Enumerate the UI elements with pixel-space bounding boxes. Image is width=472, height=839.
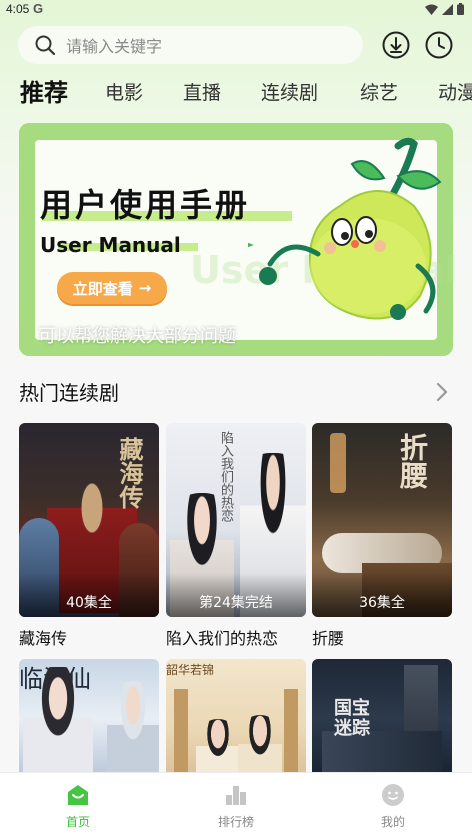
view-now-label: 立即查看: [72, 279, 133, 298]
nav-home[interactable]: 首页: [38, 783, 118, 830]
chevron-right-icon[interactable]: [433, 381, 451, 403]
google-icon: G: [33, 1, 44, 16]
drama-card[interactable]: 临江仙: [19, 659, 159, 779]
nav-ranking-label: 排行榜: [217, 815, 254, 829]
status-time: 4:05: [6, 2, 30, 16]
drama-title: 折腰: [312, 629, 345, 648]
tab-anime[interactable]: 动漫: [438, 72, 472, 114]
nav-ranking[interactable]: 排行榜: [196, 783, 276, 830]
drama-card[interactable]: 韶华若锦: [166, 659, 306, 779]
drama-card[interactable]: 藏海传 40集全 藏海传: [19, 423, 159, 649]
view-now-button[interactable]: 立即查看 →: [57, 272, 167, 304]
drama-card[interactable]: 陷入我们的热恋 第24集完结 陷入我们的热恋: [166, 423, 306, 649]
download-icon[interactable]: [381, 30, 411, 60]
tab-recommend[interactable]: 推荐: [20, 72, 68, 114]
drama-poster: 临江仙: [19, 659, 159, 779]
tab-live[interactable]: 直播: [183, 72, 221, 114]
drama-poster: 韶华若锦: [166, 659, 306, 779]
episode-count: 36集全: [359, 595, 405, 611]
drama-card[interactable]: 折腰 36集全 折腰: [312, 423, 452, 649]
profile-icon: [382, 784, 404, 806]
drama-poster: 国宝迷踪: [312, 659, 452, 779]
poster-title-text: 陷入我们的热恋: [218, 431, 233, 522]
nav-profile-label: 我的: [380, 815, 405, 829]
drama-title: 藏海传: [19, 629, 68, 648]
search-icon: [35, 35, 56, 56]
hot-series-title: 热门连续剧: [19, 381, 119, 405]
home-icon: [68, 785, 88, 805]
drama-card[interactable]: 国宝迷踪: [312, 659, 452, 779]
banner-subtitle: 可以帮您解决大部分问题: [38, 326, 236, 347]
tab-variety[interactable]: 综艺: [360, 72, 398, 114]
drama-title: 陷入我们的热恋: [166, 629, 279, 648]
nav-home-label: 首页: [65, 815, 90, 829]
lemon-mascot-icon: [248, 137, 442, 320]
poster-title-text: 折腰: [396, 433, 429, 489]
nav-profile[interactable]: 我的: [353, 783, 433, 830]
episode-count: 40集全: [66, 595, 112, 611]
bottom-navigation: 首页 排行榜 我的: [0, 772, 472, 839]
banner-title-en: User Manual: [40, 233, 181, 257]
poster-title-text: 国宝迷踪: [334, 698, 370, 739]
drama-poster: 折腰 36集全: [312, 423, 452, 617]
tab-movies[interactable]: 电影: [105, 72, 143, 114]
episode-count: 第24集完结: [199, 595, 273, 611]
history-icon[interactable]: [424, 30, 454, 60]
battery-icon: [457, 3, 464, 15]
category-tabs: 推荐 电影 直播 连续剧 综艺 动漫: [0, 72, 472, 114]
search-placeholder: 请输入关键字: [66, 37, 163, 56]
banner-title: 用户使用手册: [40, 186, 251, 224]
drama-poster: 藏海传 40集全: [19, 423, 159, 617]
status-bar: 4:05 G: [0, 0, 472, 20]
signal-icon: [442, 3, 453, 15]
search-input[interactable]: 请输入关键字: [18, 26, 363, 64]
ranking-icon: [226, 786, 246, 805]
drama-poster: 陷入我们的热恋 第24集完结: [166, 423, 306, 617]
poster-title-text: 韶华若锦: [166, 663, 215, 677]
poster-title-text: 藏海传: [115, 437, 143, 509]
wifi-icon: [425, 4, 438, 15]
tab-series[interactable]: 连续剧: [261, 72, 318, 114]
arrow-right-icon: →: [138, 279, 152, 297]
